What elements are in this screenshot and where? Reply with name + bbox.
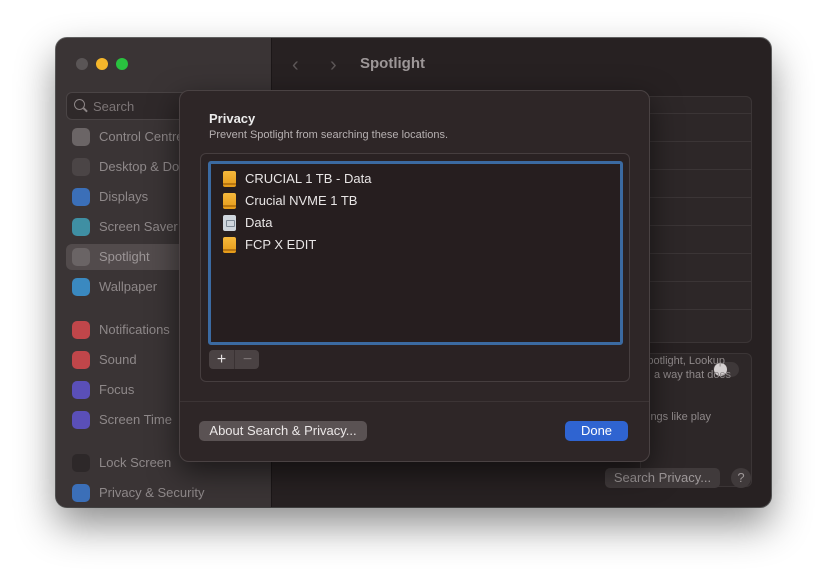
hand-icon [72,484,90,502]
sheet-subtitle: Prevent Spotlight from searching these l… [209,129,449,141]
displays-icon [72,188,90,206]
sheet-divider [180,401,649,402]
done-button[interactable]: Done [565,421,628,441]
zoom-window-button[interactable] [116,58,128,70]
focus-icon [72,381,90,399]
add-remove-control: + − [209,350,259,369]
screen-saver-icon [72,218,90,236]
dock-icon [72,158,90,176]
privacy-sheet: Privacy Prevent Spotlight from searching… [179,90,650,462]
sidebar-item-label: Spotlight [99,249,150,264]
sidebar-item-label: Displays [99,189,149,204]
results-panel [640,96,752,343]
sidebar-item-label: Lock Screen [99,455,172,470]
sidebar-item-label: Privacy & Security [99,485,205,500]
sidebar-item-label: Notifications [99,322,170,337]
sidebar-item-label: Wallpaper [99,279,158,294]
remove-location-button[interactable]: − [234,350,259,369]
search-icon [74,99,85,110]
sheet-title: Privacy [209,111,256,126]
external-drive-icon [223,171,236,187]
location-name: CRUCIAL 1 TB - Data [245,171,372,186]
sidebar-item-label: Control Centre [99,129,184,144]
lock-screen-icon [72,454,90,472]
partial-text-3: ings like play [648,411,711,423]
wallpaper-icon [72,278,90,296]
screen-time-icon [72,411,90,429]
sidebar-item-label: Screen Time [99,412,172,427]
location-name: Crucial NVME 1 TB [245,193,358,208]
sidebar-item-label: Focus [99,382,135,397]
close-window-button[interactable] [76,58,88,70]
page-title: Spotlight [360,55,425,72]
sound-icon [72,351,90,369]
notifications-icon [72,321,90,339]
excluded-locations-list[interactable]: CRUCIAL 1 TB - Data Crucial NVME 1 TB Da… [208,161,623,345]
about-search-privacy-button[interactable]: About Search & Privacy... [199,421,367,441]
forward-chevron-icon[interactable]: › [330,54,337,77]
partial-text-1: Spotlight, Lookup [640,355,726,367]
sidebar-item-privacy-security[interactable]: Privacy & Security [66,480,261,506]
partial-text-2: a way that does [654,369,732,381]
add-location-button[interactable]: + [209,350,234,369]
sidebar-item-label: Screen Saver [99,219,178,234]
back-chevron-icon[interactable]: ‹ [292,54,299,77]
external-drive-icon [223,193,236,209]
locations-frame: CRUCIAL 1 TB - Data Crucial NVME 1 TB Da… [200,153,630,382]
help-button[interactable]: ? [731,468,751,488]
internal-drive-icon [223,215,236,231]
sidebar-item-label: Sound [99,352,137,367]
control-centre-icon [72,128,90,146]
external-drive-icon [223,237,236,253]
spotlight-icon [72,248,90,266]
minimize-window-button[interactable] [96,58,108,70]
search-privacy-button[interactable]: Search Privacy... [605,468,720,488]
location-name: FCP X EDIT [245,237,317,252]
location-name: Data [245,215,273,230]
